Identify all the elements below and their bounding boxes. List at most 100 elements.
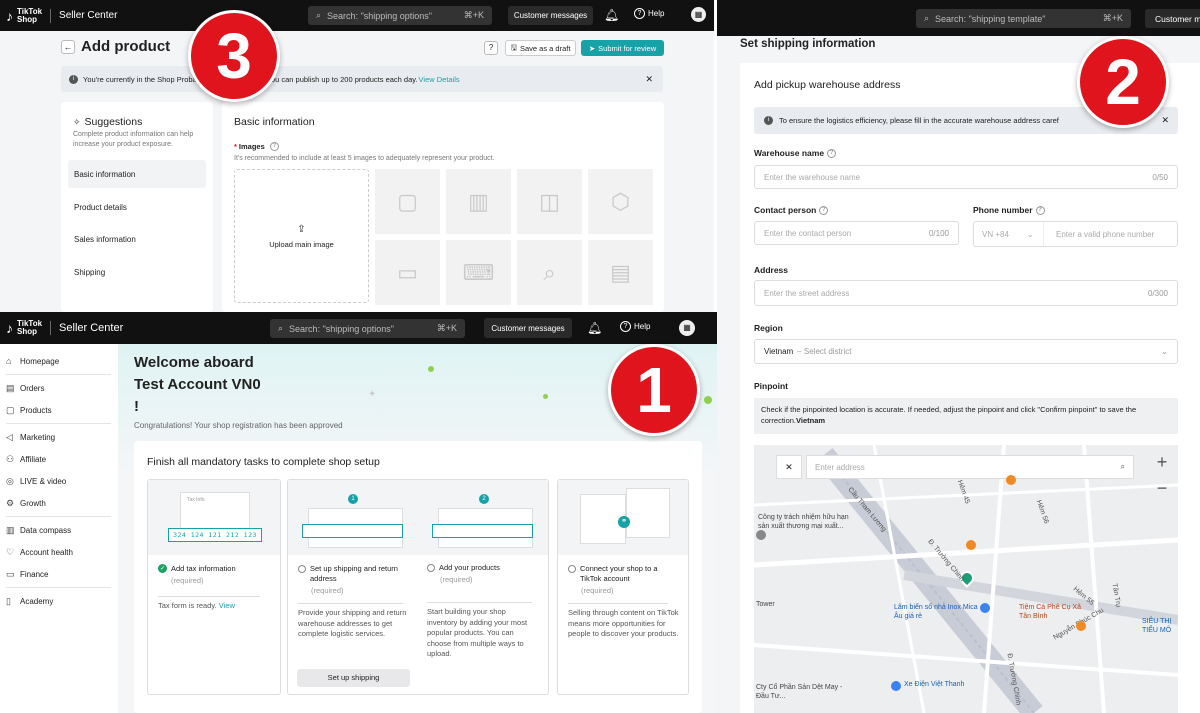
zoom-in-button[interactable]: + [1151,451,1173,473]
book-icon: ▯ [6,595,11,606]
customer-messages-button-2[interactable]: Customer m [1145,9,1200,28]
close-icon[interactable]: ✕ [1161,115,1169,126]
tiktok-logo[interactable]: ♪ TikTok Shop [6,7,42,24]
shop-avatar[interactable]: ▦ [679,320,695,336]
nav-homepage[interactable]: ⌂ Homepage [0,350,117,372]
nav-live-video[interactable]: ◎ LIVE & video [0,470,117,492]
image-placeholder-laptop-icon[interactable]: ⌨ [446,240,511,305]
phone-number-input[interactable]: VN +84 ⌄ Enter a valid phone number [973,221,1178,247]
shop-avatar[interactable]: ▦ [691,7,706,22]
divider [50,8,52,23]
nav-affiliate[interactable]: ⚇ Affiliate [0,448,117,470]
nav-account-health[interactable]: ♡ Account health [0,541,117,563]
view-details-link[interactable]: View Details [419,75,460,84]
app-name: Seller Center [59,10,118,21]
task-required: (required) [311,586,344,595]
banner-text-b: age, you can publish up to 200 products … [250,74,418,84]
contact-label-text: Contact person [754,205,817,215]
close-icon[interactable]: ✕ [645,74,653,85]
region-select[interactable]: Vietnam – Select district ⌄ [754,339,1178,364]
poi-orange-icon [1076,621,1086,631]
nav-label: Academy [20,596,54,606]
task-add-products[interactable]: Add your products (required) Start build… [417,479,542,695]
image-placeholder-box-icon[interactable]: ▢ [375,169,440,234]
search-input[interactable]: ⌕ Search: "shipping options" ⌘+K [308,6,492,25]
search-input-1[interactable]: ⌕ Search: "shipping options" ⌘+K [270,319,465,338]
task-title-text: Add your products [439,563,500,572]
task-required: (required) [440,575,473,584]
tax-illustration: Tax Info 324 124 121 212 123 [148,480,280,555]
customer-messages-button[interactable]: Customer messages [508,6,593,25]
map[interactable]: ✕ Enter address ⌕ + − Công ty trách nhiệ… [754,445,1178,713]
wallet-icon: ▭ [6,568,15,579]
image-placeholder-book-icon[interactable]: ▥ [446,169,511,234]
nav-academy[interactable]: ▯ Academy [0,590,117,612]
bell-icon[interactable]: 🔔︎ [604,8,619,22]
region-label: Region [754,323,783,333]
suggestion-sales-information[interactable]: Sales information [68,225,206,253]
nav-label: Data compass [20,525,72,535]
submit-review-button[interactable]: ➤ Submit for review [581,40,664,56]
nav-data-compass[interactable]: ▥ Data compass [0,519,117,541]
orders-icon: ▤ [6,382,15,393]
submit-label: Submit for review [598,43,657,53]
image-placeholder-zoom-icon[interactable]: ⌕ [517,240,582,305]
contact-person-input[interactable]: Enter the contact person 0/100 [754,221,959,245]
suggestion-shipping[interactable]: Shipping [68,258,206,286]
brand-bottom: Shop [17,327,37,336]
task-connect-tiktok[interactable]: ⚭ Connect your shop to a TikTok account … [557,479,689,695]
growth-icon: ⚙ [6,497,15,508]
country-code-select[interactable]: VN +84 ⌄ [974,222,1044,246]
save-draft-button[interactable]: 🖫 Save as a draft [505,40,576,56]
nav-growth[interactable]: ⚙ Growth [0,492,117,514]
task-tax-information[interactable]: Tax Info 324 124 121 212 123 ✓ Add tax in… [147,479,281,695]
nav-marketing[interactable]: ◁ Marketing [0,426,117,448]
confetti-dot [428,366,434,372]
tiktok-note-icon: ♪ [6,7,13,24]
map-close-button[interactable]: ✕ [776,455,802,479]
upload-icon: ⇪ [297,223,306,235]
bell-icon[interactable]: 🔔︎ [587,321,602,335]
nav-finance[interactable]: ▭ Finance [0,563,117,585]
image-placeholder-cube-icon[interactable]: ◫ [517,169,582,234]
set-up-shipping-button[interactable]: Set up shipping [297,669,410,687]
tiktok-logo[interactable]: ♪ TikTok Shop [6,320,42,336]
map-search-input[interactable]: Enter address ⌕ [806,455,1134,479]
upload-main-image[interactable]: ⇪ Upload main image [234,169,369,303]
location-field-graphic [302,524,403,538]
search-input-2[interactable]: ⌕ Search: "shipping template" ⌘+K [916,9,1131,28]
nav-orders[interactable]: ▤ Orders [0,377,117,399]
divider [568,603,668,604]
image-placeholder-cards-icon[interactable]: ▭ [375,240,440,305]
image-placeholder-chart-icon[interactable]: ▤ [588,240,653,305]
warehouse-name-input[interactable]: Enter the warehouse name 0/50 [754,165,1178,189]
divider [298,603,403,604]
address-input[interactable]: Enter the street address 0/300 [754,280,1178,306]
back-button[interactable]: ← [61,40,75,54]
tasks-card: Finish all mandatory tasks to complete s… [134,441,702,713]
pinpoint-notice: Check if the pinpointed location is accu… [754,398,1178,434]
task-desc-text: Tax form is ready. [158,601,217,610]
view-link[interactable]: View [219,601,235,610]
image-placeholder-open-box-icon[interactable]: ⬡ [588,169,653,234]
help-button[interactable]: ? Help [620,321,650,332]
suggestion-product-details[interactable]: Product details [68,193,206,221]
search-icon: ⌕ [924,13,930,23]
map-search-placeholder: Enter address [815,462,865,472]
task-title: Add your products [427,563,500,572]
zoom-out-button[interactable]: − [1151,477,1173,499]
help-button[interactable]: ? Help [634,8,664,19]
help-circle-icon[interactable]: ? [484,41,498,55]
confetti-dot [704,396,712,404]
topbar-1: ♪ TikTok Shop Seller Center ⌕ Search: "sh… [0,312,717,344]
customer-messages-button-1[interactable]: Customer messages [484,318,572,338]
save-draft-label: Save as a draft [519,43,571,53]
panel-seller-home: ♪ TikTok Shop Seller Center ⌕ Search: "sh… [0,312,717,713]
welcome-line-3: ! [134,398,139,415]
task-desc: Tax form is ready. View [158,601,235,612]
app-name: Seller Center [59,322,124,334]
nav-products[interactable]: ▢ Products [0,399,117,421]
tiktok-note-icon: ♪ [6,320,13,336]
address-label: Address [754,265,789,275]
suggestion-basic-information[interactable]: Basic information [68,160,206,188]
